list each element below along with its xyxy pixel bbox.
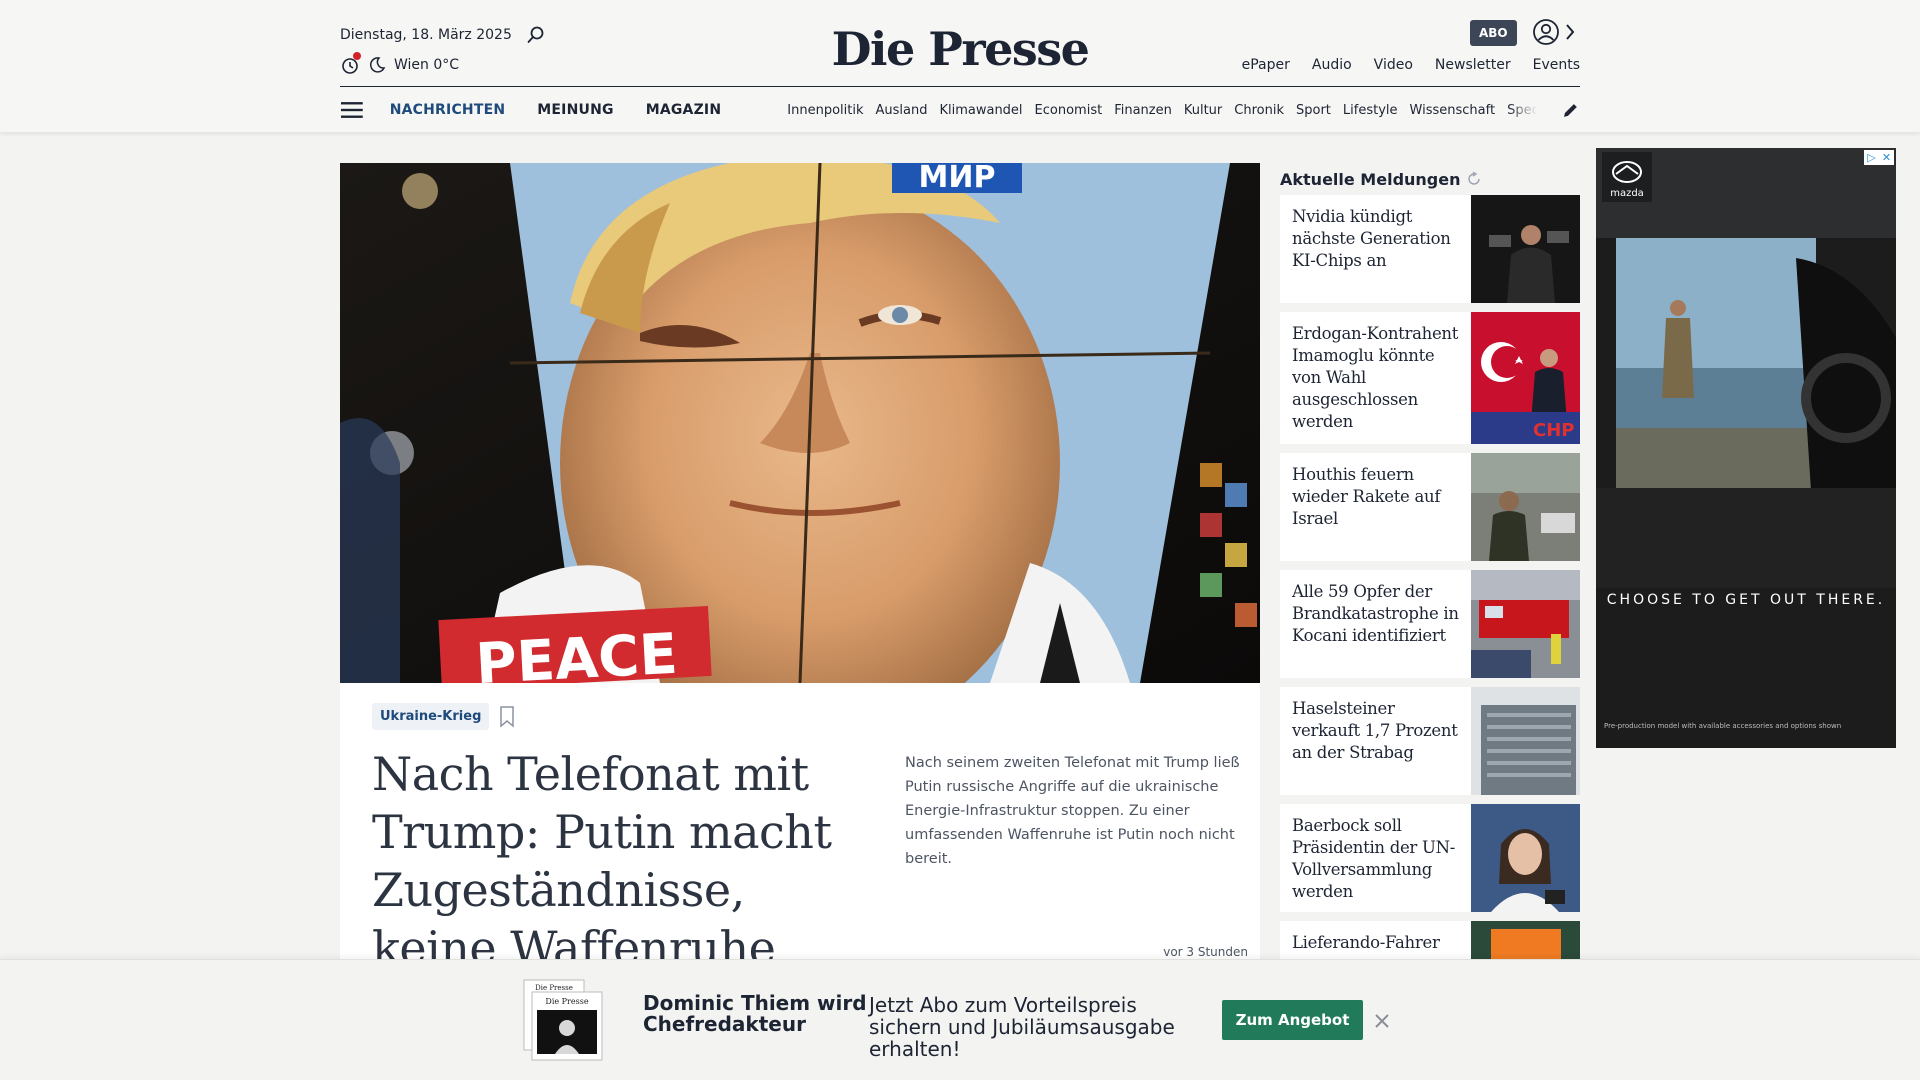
ad-image bbox=[1596, 148, 1896, 748]
subnav-economist[interactable]: Economist bbox=[1035, 103, 1103, 118]
header-divider bbox=[340, 86, 1580, 87]
link-video[interactable]: Video bbox=[1374, 57, 1413, 73]
news-thumb-houthis bbox=[1471, 453, 1580, 561]
weather-line: Wien 0°C bbox=[340, 52, 460, 75]
offer-cta-button[interactable]: Zum Angebot bbox=[1222, 1000, 1363, 1040]
news-thumb-erdogan: CHP bbox=[1471, 312, 1580, 444]
ad-fine-print: Pre-production model with available acce… bbox=[1604, 722, 1842, 730]
abo-button[interactable]: ABO bbox=[1470, 20, 1517, 46]
sync-icon bbox=[1467, 172, 1480, 185]
weather-text: Wien 0°C bbox=[394, 57, 460, 73]
news-item-title: Alle 59 Opfer der Brandkatastrophe in Ko… bbox=[1292, 582, 1459, 645]
subnav-lifestyle[interactable]: Lifestyle bbox=[1343, 103, 1398, 118]
subnav-kultur[interactable]: Kultur bbox=[1184, 103, 1222, 118]
subnav-ausland[interactable]: Ausland bbox=[875, 103, 927, 118]
ad-brand-name: mazda bbox=[1610, 188, 1644, 199]
bookmark-icon[interactable] bbox=[499, 705, 515, 728]
sub-nav: Innenpolitik Ausland Klimawandel Economi… bbox=[787, 102, 1538, 118]
news-item-strabag[interactable]: Haselsteiner verkauft 1,7 Prozent an der… bbox=[1280, 687, 1580, 795]
news-thumb-kocani bbox=[1471, 570, 1580, 678]
news-item-baerbock[interactable]: Baerbock soll Präsidentin der UN-Vollver… bbox=[1280, 804, 1580, 912]
nav-magazin[interactable]: MAGAZIN bbox=[646, 102, 722, 118]
subnav-finanzen[interactable]: Finanzen bbox=[1114, 103, 1172, 118]
subscription-banner: Die Presse Die Presse Dominic Thiem wird… bbox=[0, 959, 1920, 1080]
main-nav: NACHRICHTEN MEINUNG MAGAZIN bbox=[390, 102, 722, 118]
close-icon[interactable] bbox=[1374, 1013, 1390, 1029]
news-item-erdogan[interactable]: Erdogan-Kontrahent Imamoglu könnte von W… bbox=[1280, 312, 1580, 444]
subnav-spectrum[interactable]: Spectrum bbox=[1507, 103, 1538, 118]
link-epaper[interactable]: ePaper bbox=[1242, 57, 1290, 73]
hero-sign-top: МИР bbox=[919, 163, 996, 195]
ad-info-icon[interactable]: ▷ bbox=[1864, 150, 1879, 165]
news-item-title: Nvidia kündigt nächste Generation KI-Chi… bbox=[1292, 207, 1451, 270]
nav-meinung[interactable]: MEINUNG bbox=[537, 102, 613, 118]
subnav-sport[interactable]: Sport bbox=[1296, 103, 1331, 118]
link-events[interactable]: Events bbox=[1533, 57, 1580, 73]
news-item-houthis[interactable]: Houthis feuern wieder Rakete auf Israel bbox=[1280, 453, 1580, 561]
news-item-nvidia[interactable]: Nvidia kündigt nächste Generation KI-Chi… bbox=[1280, 195, 1580, 303]
news-thumb-baerbock bbox=[1471, 804, 1580, 912]
article-tag[interactable]: Ukraine-Krieg bbox=[372, 703, 490, 730]
news-thumb-strabag bbox=[1471, 687, 1580, 795]
link-audio[interactable]: Audio bbox=[1312, 57, 1352, 73]
site-header: Dienstag, 18. März 2025 Wien 0°C Die Pre… bbox=[0, 0, 1920, 132]
ad-close-icon[interactable]: ✕ bbox=[1879, 150, 1894, 165]
chevron-right-icon[interactable] bbox=[1564, 22, 1576, 42]
top-links: ePaper Audio Video Newsletter Events bbox=[1242, 57, 1580, 73]
news-item-kocani[interactable]: Alle 59 Opfer der Brandkatastrophe in Ko… bbox=[1280, 570, 1580, 678]
article-headline[interactable]: Nach Telefonat mit Trump: Putin macht Zu… bbox=[372, 745, 832, 977]
sidebar-title-text: Aktuelle Meldungen bbox=[1280, 169, 1461, 189]
nav-row: NACHRICHTEN MEINUNG MAGAZIN Innenpolitik… bbox=[340, 88, 1580, 132]
article-timestamp: vor 3 Stunden bbox=[1163, 945, 1248, 959]
moon-icon bbox=[369, 57, 386, 73]
news-item-title: Erdogan-Kontrahent Imamoglu könnte von W… bbox=[1292, 324, 1459, 431]
hero-illustration: МИР PEACE bbox=[340, 163, 1260, 683]
pencil-icon[interactable] bbox=[1562, 101, 1580, 119]
subnav-chronik[interactable]: Chronik bbox=[1234, 103, 1284, 118]
link-newsletter[interactable]: Newsletter bbox=[1435, 57, 1511, 73]
tag-row: Ukraine-Krieg bbox=[372, 703, 515, 730]
news-item-title: Haselsteiner verkauft 1,7 Prozent an der… bbox=[1292, 699, 1458, 762]
ad-choices[interactable]: ▷ ✕ bbox=[1864, 150, 1894, 165]
subnav-wissenschaft[interactable]: Wissenschaft bbox=[1410, 103, 1496, 118]
hero-sign-bottom: PEACE bbox=[474, 622, 679, 683]
lead-article[interactable]: Ukraine-Krieg Nach Telefonat mit Trump: … bbox=[340, 683, 1260, 983]
newspaper-label-front: Die Presse bbox=[545, 997, 588, 1006]
current-date: Dienstag, 18. März 2025 bbox=[340, 27, 512, 43]
news-sidebar: Aktuelle Meldungen Nvidia kündigt nächst… bbox=[1280, 163, 1580, 1029]
ad-tagline: CHOOSE TO GET OUT THERE. bbox=[1606, 592, 1886, 608]
news-item-title: Baerbock soll Präsidentin der UN-Vollver… bbox=[1292, 816, 1455, 901]
hamburger-icon[interactable] bbox=[340, 101, 364, 119]
banner-offer-text: Jetzt Abo zum Vorteilspreis sichern und … bbox=[869, 993, 1175, 1061]
subnav-innenpolitik[interactable]: Innenpolitik bbox=[787, 103, 863, 118]
banner-title: Dominic Thiem wird Chefredakteur bbox=[643, 991, 867, 1036]
advertisement[interactable]: mazda ▷ ✕ CHOOSE TO GET OUT THERE. Pre-p… bbox=[1596, 148, 1896, 748]
subnav-klimawandel[interactable]: Klimawandel bbox=[939, 103, 1022, 118]
header-inner: Dienstag, 18. März 2025 Wien 0°C Die Pre… bbox=[340, 0, 1580, 132]
article-teaser: Nach seinem zweiten Telefonat mit Trump … bbox=[905, 755, 1240, 867]
date-line: Dienstag, 18. März 2025 bbox=[340, 25, 546, 45]
notification-icon[interactable] bbox=[340, 52, 361, 75]
newspaper-image: Die Presse Die Presse bbox=[523, 979, 603, 1061]
svg-text:CHP: CHP bbox=[1533, 420, 1574, 441]
hero-image[interactable]: МИР PEACE bbox=[340, 163, 1260, 683]
news-item-title: Houthis feuern wieder Rakete auf Israel bbox=[1292, 465, 1441, 528]
sidebar-title: Aktuelle Meldungen bbox=[1280, 163, 1580, 195]
notification-dot bbox=[353, 52, 361, 60]
nav-nachrichten[interactable]: NACHRICHTEN bbox=[390, 102, 506, 118]
search-icon[interactable] bbox=[526, 25, 546, 45]
newspaper-label-back: Die Presse bbox=[535, 984, 573, 992]
site-logo[interactable]: Die Presse bbox=[832, 22, 1090, 76]
news-thumb-nvidia bbox=[1471, 195, 1580, 303]
user-icon[interactable] bbox=[1532, 18, 1560, 46]
ad-brand-logo: mazda bbox=[1602, 152, 1652, 202]
